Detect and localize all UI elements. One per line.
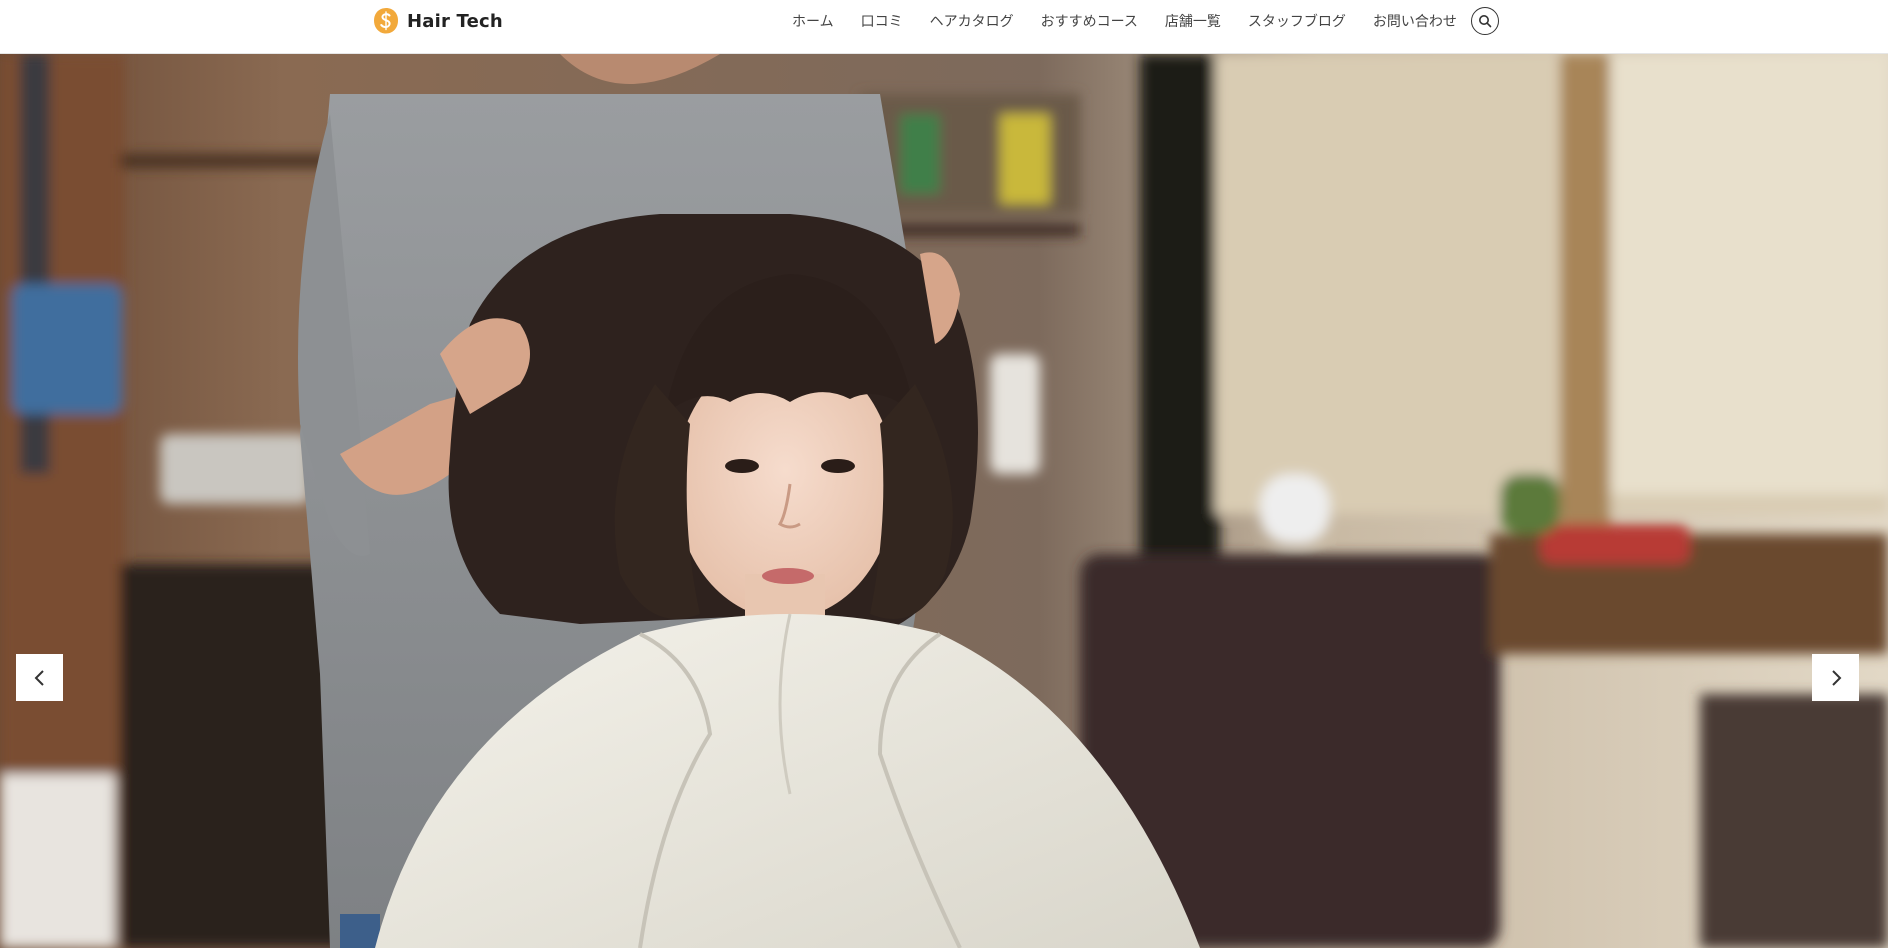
nav-item-hair-catalog[interactable]: ヘアカタログ xyxy=(930,11,1014,31)
nav-item-reviews[interactable]: 口コミ xyxy=(861,11,903,31)
slider-prev-button[interactable] xyxy=(16,654,63,701)
nav-item-store-list[interactable]: 店舗一覧 xyxy=(1165,11,1221,31)
slider-next-button[interactable] xyxy=(1812,654,1859,701)
main-nav: ホーム 口コミ ヘアカタログ おすすめコース 店舗一覧 スタッフブログ お問い合… xyxy=(792,10,1457,32)
nav-item-staff-blog[interactable]: スタッフブログ xyxy=(1248,11,1346,31)
nav-item-contact[interactable]: お問い合わせ xyxy=(1373,11,1457,31)
search-button[interactable] xyxy=(1471,7,1499,35)
site-logo[interactable]: Hair Tech xyxy=(373,7,503,35)
nav-item-recommended-courses[interactable]: おすすめコース xyxy=(1041,11,1138,31)
site-header: Hair Tech ホーム 口コミ ヘアカタログ おすすめコース 店舗一覧 スタ… xyxy=(0,0,1888,54)
hero-slider xyxy=(0,54,1888,948)
nav-item-home[interactable]: ホーム xyxy=(792,11,834,31)
s-circle-logo-icon xyxy=(374,8,398,34)
chevron-left-icon xyxy=(34,669,44,686)
search-icon xyxy=(1479,15,1492,28)
chevron-right-icon xyxy=(1831,669,1841,686)
salon-haircut-photo xyxy=(0,54,1888,948)
logo-text: Hair Tech xyxy=(407,10,503,32)
